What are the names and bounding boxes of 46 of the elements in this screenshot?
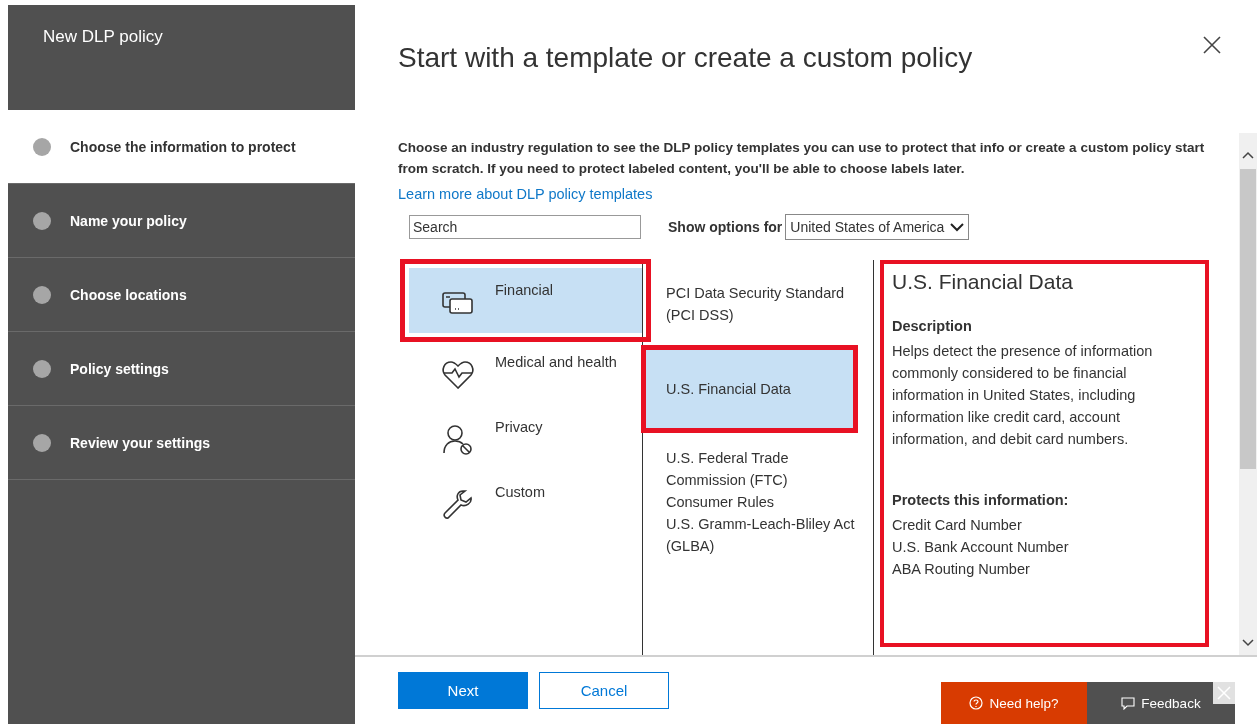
template-item[interactable]: U.S. Federal Trade Commission (FTC) Consumer Rules [643,447,873,513]
intro-text: Choose an industry regulation to see the DLP policy templates you can use to protect that info or create a custom policy start from scratch. If you need to protect labeled content, you'll be able to choose labels later. [398,139,1206,178]
next-button[interactable]: Next [398,672,528,709]
wizard-step[interactable]: Review your settings [8,406,355,480]
category-item[interactable]: Medical and health [409,340,642,405]
search-field[interactable]: Search [409,215,641,239]
cancel-button[interactable]: Cancel [539,672,669,709]
sidebar-title: New DLP policy [43,27,163,46]
feedback-button[interactable]: Feedback [1087,682,1235,724]
speech-bubble-icon [1121,696,1136,710]
panel-title: Start with a template or create a custom policy [398,42,973,75]
wrench-icon [441,488,475,522]
description-heading: Description [892,318,973,334]
step-dot-icon [33,137,51,156]
details-title: U.S. Financial Data [892,270,1074,294]
scrollbar[interactable] [1239,133,1257,655]
chevron-down-icon [950,222,965,232]
step-dot-icon [33,359,51,378]
info-type: Credit Card Number [892,516,1023,535]
template-item[interactable]: U.S. Financial Data [643,347,856,431]
country-dropdown[interactable]: United States of America [785,214,970,240]
template-item[interactable]: U.S. Gramm-Leach-Bliley Act (GLBA) [643,513,873,578]
info-type: ABA Routing Number [892,560,1031,579]
info-type: U.S. Bank Account Number [892,538,1070,557]
person-blocked-icon [441,423,475,457]
category-item[interactable]: Financial [409,268,642,333]
step-dot-icon [33,433,51,452]
wizard-step[interactable]: Choose locations [8,258,355,332]
category-item[interactable]: Custom [409,470,642,535]
help-icon [969,696,984,710]
wizard-step[interactable]: Name your policy [8,184,355,258]
category-item[interactable]: Privacy [409,405,642,470]
template-item[interactable]: PCI Data Security Standard (PCI DSS) [643,282,873,347]
step-dot-icon [33,211,51,230]
scroll-up-icon[interactable] [1242,151,1254,159]
close-icon[interactable] [1203,36,1221,54]
description-text: Helps detect the presence of information commonly considered to be financial information in United States, including information like credit card, account information, and debit card numbers. [892,342,1154,449]
protects-heading: Protects this information: [892,492,1070,508]
step-dot-icon [33,285,51,304]
scroll-down-icon[interactable] [1242,639,1254,647]
show-options-label: Show options for [668,219,783,235]
need-help-button[interactable]: Need help? [941,682,1087,724]
heart-icon [441,358,475,392]
wizard-step[interactable]: Policy settings [8,332,355,406]
learn-more-link[interactable]: Learn more about DLP policy templates [398,186,1209,202]
wizard-step[interactable]: Choose the information to protect [8,110,355,184]
